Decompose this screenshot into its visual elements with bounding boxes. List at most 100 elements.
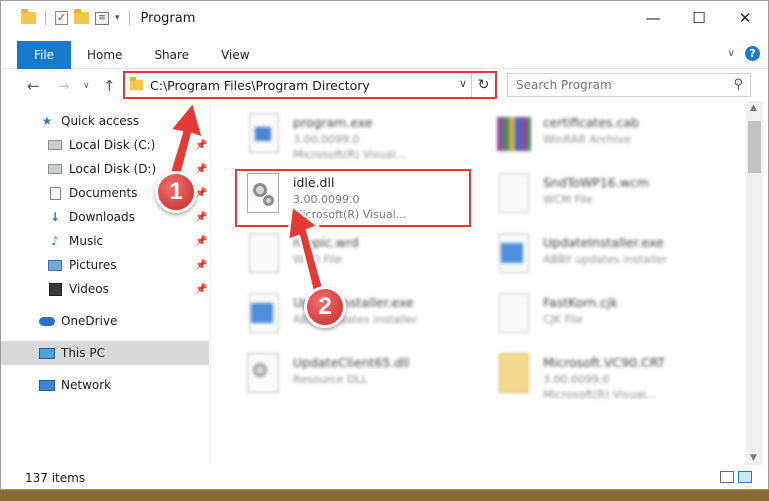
file-item-certificates-cab[interactable]: certificates.cab WinRAR Archive bbox=[473, 107, 723, 167]
sidebar-item-local-disk-c[interactable]: Local Disk (C:) 📌 bbox=[1, 133, 209, 157]
pin-icon[interactable]: 📌 bbox=[195, 236, 207, 247]
archive-file-icon bbox=[495, 113, 531, 159]
forward-arrow-icon[interactable]: → bbox=[57, 77, 70, 95]
maximize-button[interactable]: ☐ bbox=[676, 1, 722, 35]
sidebar-item-label: OneDrive bbox=[61, 314, 118, 328]
search-icon[interactable]: ⚲ bbox=[733, 77, 743, 92]
search-box[interactable]: ⚲ bbox=[507, 73, 751, 97]
sidebar-item-this-pc[interactable]: This PC bbox=[1, 341, 209, 365]
sidebar-item-label: Quick access bbox=[61, 114, 140, 128]
pin-icon[interactable]: 📌 bbox=[195, 140, 207, 151]
tab-share[interactable]: Share bbox=[138, 48, 205, 62]
pictures-icon bbox=[47, 258, 63, 272]
file-name: UpdateInstaller.exe bbox=[543, 235, 664, 250]
address-path[interactable]: C:\Program Files\Program Directory bbox=[150, 78, 370, 93]
vertical-scrollbar[interactable]: ▲ ▼ bbox=[746, 101, 763, 465]
sidebar-item-label: Videos bbox=[69, 282, 109, 296]
minimize-button[interactable]: — bbox=[630, 1, 676, 35]
item-count: 137 items bbox=[25, 471, 86, 485]
pin-icon[interactable]: 📌 bbox=[195, 284, 207, 295]
file-highlight-box bbox=[235, 169, 471, 227]
help-icon[interactable]: ? bbox=[745, 46, 760, 61]
file-item-microsoft-vc90-crt[interactable]: Microsoft.VC90.CRT 3.00.0099.0 Microsoft… bbox=[473, 347, 723, 407]
exe-file-icon bbox=[245, 293, 281, 339]
tab-view[interactable]: View bbox=[205, 48, 265, 62]
navigation-pane: ★ Quick access Local Disk (C:) 📌 Local D… bbox=[1, 105, 211, 465]
file-item-updateinstaller-exe[interactable]: UpdateInstaller.exe ABBY updates install… bbox=[473, 227, 723, 287]
file-description: Microsoft(R) Visual... bbox=[543, 388, 657, 401]
file-item-updateclient65-dll[interactable]: UpdateClient65.dll Resource DLL bbox=[223, 347, 473, 407]
refresh-icon[interactable]: ↻ bbox=[471, 73, 495, 97]
address-bar[interactable]: C:\Program Files\Program Directory ∨ ↻ bbox=[123, 71, 497, 99]
search-input[interactable] bbox=[516, 78, 716, 92]
status-bar: 137 items bbox=[1, 465, 768, 491]
file-item-fastkorn-cjk[interactable]: FastKorn.cjk CJK File bbox=[473, 287, 723, 347]
details-view-button[interactable] bbox=[720, 471, 734, 483]
tiles-view-button[interactable] bbox=[738, 471, 752, 483]
new-folder-icon[interactable] bbox=[74, 9, 89, 24]
pin-icon[interactable]: 📌 bbox=[195, 164, 207, 175]
sidebar-item-label: Documents bbox=[69, 186, 138, 200]
sidebar-item-music[interactable]: ♪ Music 📌 bbox=[1, 229, 209, 253]
file-name: FastKorn.cjk bbox=[543, 295, 618, 310]
sidebar-item-onedrive[interactable]: OneDrive bbox=[1, 309, 209, 333]
address-row: ← → ∨ ↑ C:\Program Files\Program Directo… bbox=[1, 71, 768, 99]
file-name: UpdateClient65.dll bbox=[293, 355, 410, 370]
sidebar-item-network[interactable]: Network bbox=[1, 373, 209, 397]
tab-home[interactable]: Home bbox=[71, 48, 138, 62]
file-type: WCM File bbox=[543, 193, 593, 206]
pane-divider bbox=[210, 101, 211, 465]
ribbon-right-controls: ∨ ? bbox=[728, 46, 760, 61]
generic-file-icon bbox=[245, 233, 281, 279]
file-type: WinRAR Archive bbox=[543, 133, 631, 146]
step-2-callout: 2 bbox=[304, 286, 346, 328]
scroll-up-icon[interactable]: ▲ bbox=[750, 103, 757, 113]
file-item-program-exe[interactable]: program.exe 3.00.0099.0 Microsoft(R) Vis… bbox=[223, 107, 473, 167]
file-name: certificates.cab bbox=[543, 115, 640, 130]
disk-icon bbox=[47, 162, 63, 176]
folder-icon[interactable] bbox=[21, 9, 36, 24]
file-item-sndtowp16-wcm[interactable]: SndToWP16.wcm WCM File bbox=[473, 167, 723, 227]
network-icon bbox=[39, 378, 55, 392]
file-name: ntopic.wrd bbox=[293, 235, 359, 250]
scrollbar-thumb[interactable] bbox=[748, 121, 761, 173]
window-controls: — ☐ ✕ bbox=[630, 1, 768, 35]
exe-file-icon bbox=[495, 233, 531, 279]
sidebar-item-quick-access[interactable]: ★ Quick access bbox=[1, 109, 209, 133]
scroll-down-icon[interactable]: ▼ bbox=[750, 453, 757, 463]
generic-file-icon bbox=[495, 293, 531, 339]
sidebar-item-pictures[interactable]: Pictures 📌 bbox=[1, 253, 209, 277]
address-dropdown-icon[interactable]: ∨ bbox=[459, 77, 467, 90]
customize-dropdown-icon[interactable]: ▾ bbox=[115, 13, 120, 23]
sidebar-item-label: Downloads bbox=[69, 210, 135, 224]
sidebar-item-label: This PC bbox=[61, 346, 105, 360]
pin-icon[interactable]: 📌 bbox=[195, 212, 207, 223]
explorer-window: ✓ ≡ ▾ Program — ☐ ✕ File Home Share View… bbox=[0, 0, 769, 490]
recent-dropdown-icon[interactable]: ∨ bbox=[83, 81, 90, 91]
file-description: Microsoft(R) Visual... bbox=[293, 148, 407, 161]
file-item-updateinstaller-exe-2[interactable]: UpdateInstaller.exe ABBY updates install… bbox=[223, 287, 473, 347]
rename-icon[interactable]: ≡ bbox=[95, 11, 109, 25]
close-button[interactable]: ✕ bbox=[722, 1, 768, 35]
properties-check-icon[interactable]: ✓ bbox=[55, 11, 68, 25]
tab-file[interactable]: File bbox=[17, 40, 71, 69]
sidebar-item-label: Network bbox=[61, 378, 112, 392]
pin-icon[interactable]: 📌 bbox=[195, 260, 207, 271]
folder-file-icon bbox=[495, 353, 531, 399]
sidebar-item-videos[interactable]: Videos 📌 bbox=[1, 277, 209, 301]
file-item-ntopic-wrd[interactable]: ntopic.wrd WRD File bbox=[223, 227, 473, 287]
address-folder-icon bbox=[129, 76, 144, 91]
back-arrow-icon[interactable]: ← bbox=[27, 77, 40, 95]
ribbon-tabs: File Home Share View ∨ ? bbox=[1, 40, 768, 69]
generic-file-icon bbox=[495, 173, 531, 219]
chevron-down-icon[interactable]: ∨ bbox=[728, 48, 735, 59]
sidebar-item-label: Local Disk (D:) bbox=[69, 162, 157, 176]
view-toggle bbox=[720, 471, 752, 483]
sidebar-item-label: Local Disk (C:) bbox=[69, 138, 156, 152]
toolbar-divider bbox=[45, 11, 46, 25]
window-title: Program bbox=[140, 10, 196, 26]
file-type: CJK File bbox=[543, 313, 584, 326]
computer-icon bbox=[39, 346, 55, 360]
up-arrow-icon[interactable]: ↑ bbox=[103, 77, 116, 95]
documents-icon bbox=[47, 186, 63, 200]
